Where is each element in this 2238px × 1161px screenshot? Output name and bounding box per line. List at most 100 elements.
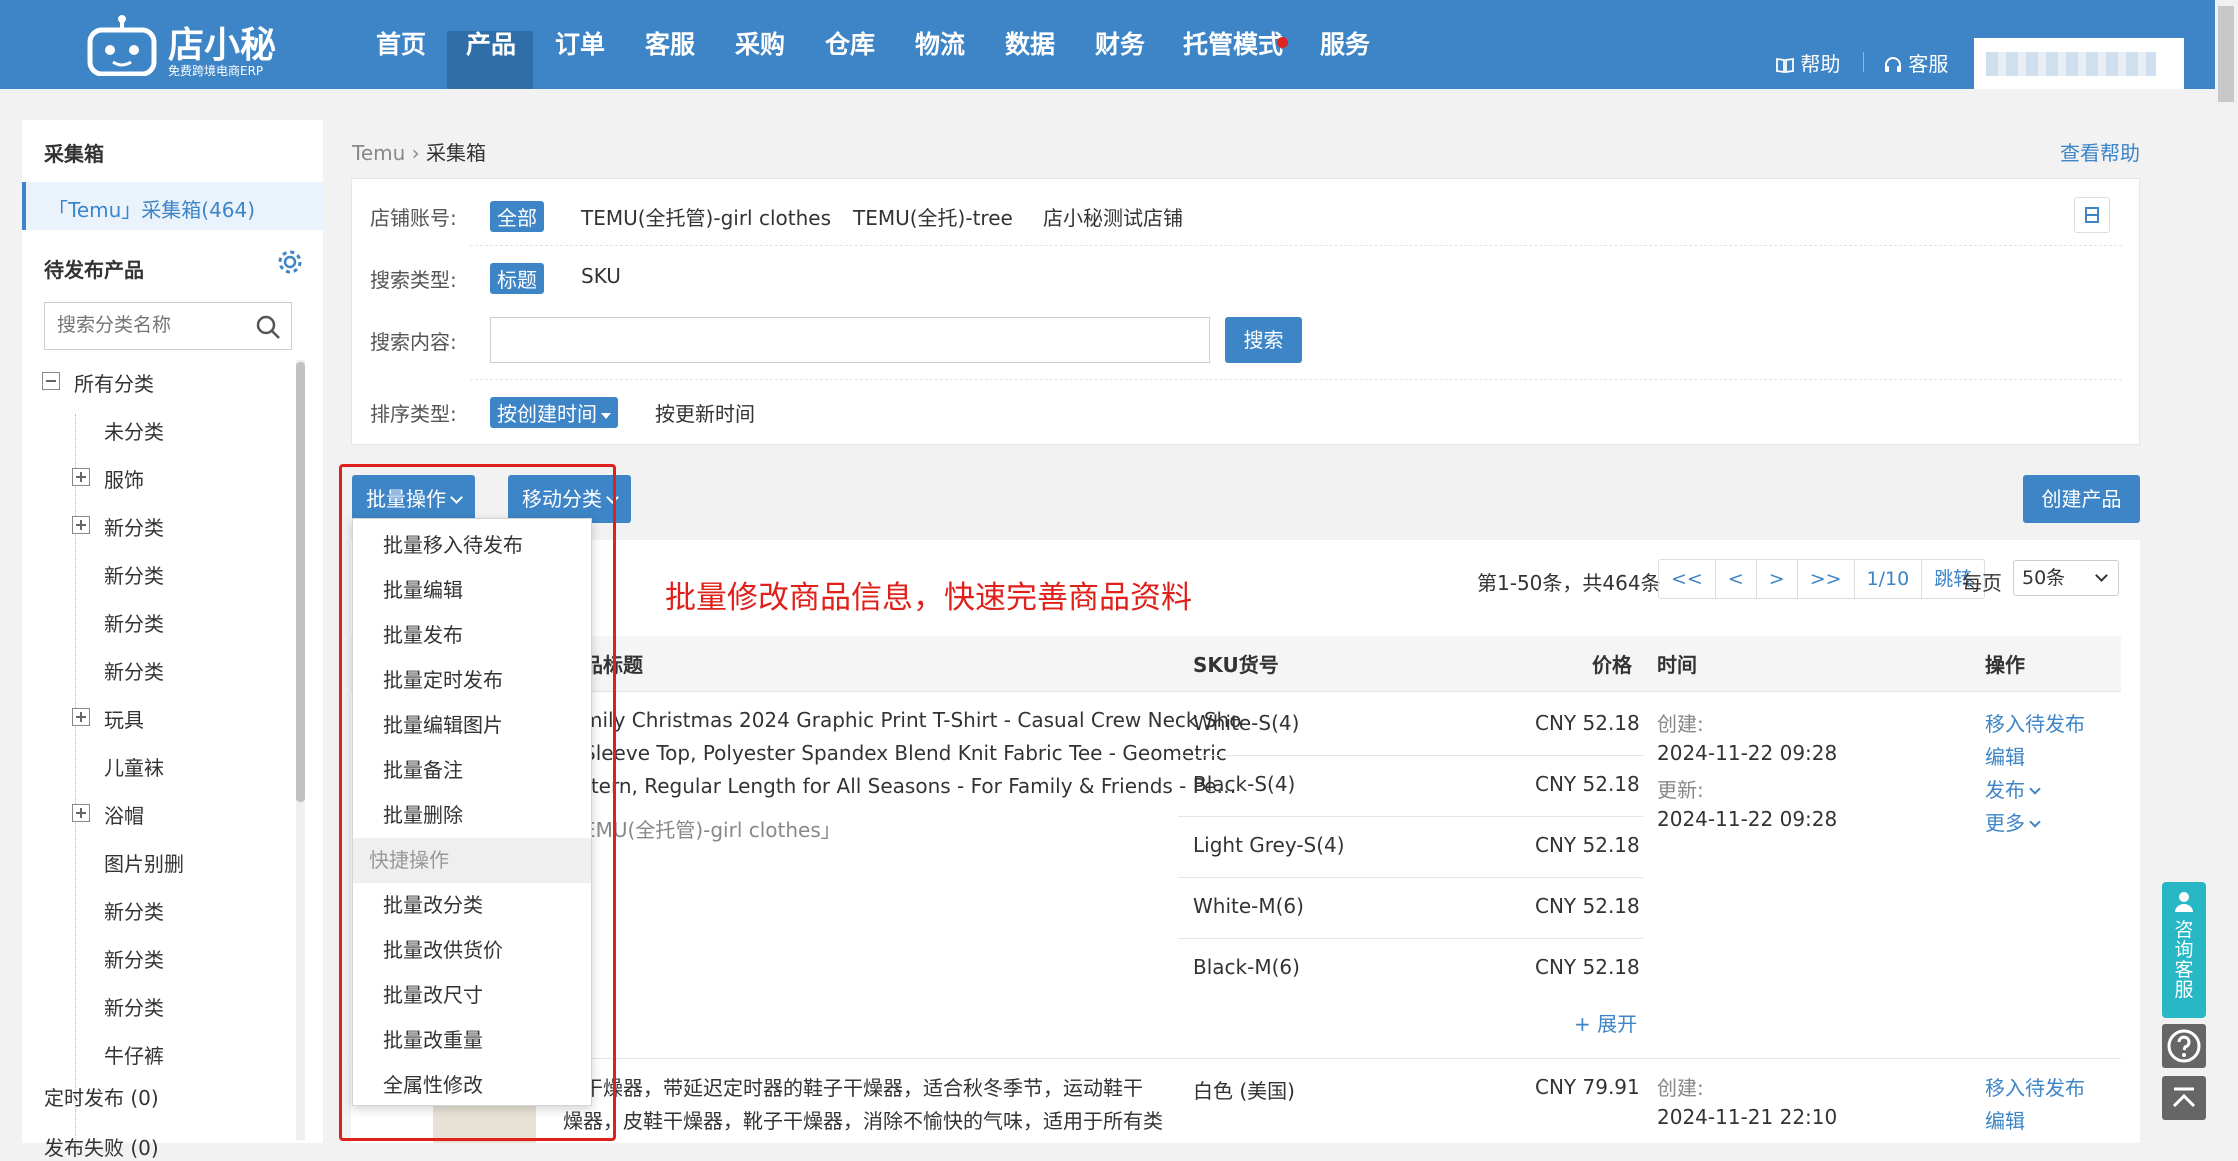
nav-purchase[interactable]: 采购	[735, 29, 785, 61]
product-title-line[interactable]: ttern, Regular Length for All Seasons - …	[583, 774, 1236, 798]
help-question-button[interactable]	[2162, 1024, 2206, 1068]
sku-divider	[1178, 816, 1643, 817]
store-filter-option[interactable]: 店小秘测试店铺	[1036, 201, 1190, 232]
top-separator	[1863, 52, 1864, 72]
category-search-box[interactable]	[44, 302, 292, 350]
page-indicator[interactable]: 1/10	[1855, 560, 1923, 598]
expand-icon[interactable]	[72, 468, 90, 486]
nav-orders[interactable]: 订单	[555, 29, 605, 61]
page-scrollbar[interactable]	[2215, 0, 2238, 1143]
store-filter-option[interactable]: TEMU(全托)-tree	[846, 201, 1020, 232]
category-search-input[interactable]	[45, 303, 235, 349]
user-account-menu[interactable]	[1974, 38, 2184, 89]
sort-by-updated[interactable]: 按更新时间	[648, 397, 762, 428]
tree-item[interactable]: 新分类	[104, 656, 164, 685]
filter-collapse-icon[interactable]	[2074, 197, 2110, 233]
search-type-sku[interactable]: SKU	[574, 263, 628, 289]
move-to-pending-link[interactable]: 移入待发布	[1985, 1072, 2085, 1101]
store-filter-option[interactable]: TEMU(全托管)-girl clothes	[574, 201, 838, 232]
tree-item[interactable]: 玩具	[104, 704, 144, 733]
per-page-select[interactable]: 50条	[2013, 560, 2119, 596]
sidebar-item-timed-publish[interactable]: 定时发布 (0)	[44, 1082, 159, 1111]
product-title-line[interactable]: 子干燥器，带延迟定时器的鞋子干燥器，适合秋冬季节，运动鞋干	[563, 1072, 1143, 1101]
move-to-pending-link[interactable]: 移入待发布	[1985, 708, 2085, 737]
tree-item[interactable]: 新分类	[104, 512, 164, 541]
created-label: 创建:	[1657, 1076, 1704, 1100]
sku-price: CNY 79.91	[1535, 1075, 1640, 1099]
sidebar-title: 采集箱	[44, 142, 104, 166]
store-filter-all[interactable]: 全部	[490, 201, 544, 232]
last-page-button[interactable]: >>	[1798, 560, 1855, 598]
nav-customer-service[interactable]: 客服	[645, 29, 695, 61]
consult-service-button[interactable]: 咨询客服	[2162, 882, 2206, 1018]
nav-hosting-mode[interactable]: 托管模式	[1183, 29, 1283, 61]
expand-icon[interactable]	[72, 516, 90, 534]
publish-dropdown[interactable]: 发布	[1985, 774, 2041, 803]
tree-item[interactable]: 新分类	[104, 608, 164, 637]
blurred-user-name	[1986, 52, 2156, 76]
sidebar-scrollbar-thumb[interactable]	[296, 362, 305, 802]
sku-divider	[1178, 938, 1643, 939]
nav-products[interactable]: 产品	[466, 29, 516, 61]
help-label: 帮助	[1800, 52, 1841, 76]
breadcrumb-root[interactable]: Temu	[352, 141, 405, 165]
tree-item[interactable]: 新分类	[104, 560, 164, 589]
prev-page-button[interactable]: <	[1716, 560, 1757, 598]
column-header-sku: SKU货号	[1193, 653, 1279, 677]
support-link[interactable]: 客服	[1884, 48, 1948, 77]
tree-item[interactable]: 新分类	[104, 992, 164, 1021]
nav-finance[interactable]: 财务	[1095, 29, 1145, 61]
back-to-top-button[interactable]	[2162, 1076, 2206, 1120]
tree-item[interactable]: 新分类	[104, 944, 164, 973]
sort-type-label: 排序类型:	[370, 402, 457, 426]
expand-icon[interactable]	[72, 804, 90, 822]
page-scrollbar-thumb[interactable]	[2218, 6, 2234, 102]
first-page-button[interactable]: <<	[1659, 560, 1716, 598]
question-icon	[2167, 1029, 2201, 1063]
tree-item[interactable]: 浴帽	[104, 800, 144, 829]
book-icon	[1776, 57, 1794, 74]
pager-info: 第1-50条，共464条	[1477, 571, 1661, 595]
gear-icon[interactable]	[276, 248, 304, 276]
edit-link[interactable]: 编辑	[1985, 1105, 2025, 1134]
breadcrumb-current: 采集箱	[426, 141, 486, 165]
search-content-input[interactable]	[490, 317, 1210, 363]
logo[interactable]: 店小秘 免费跨境电商ERP	[86, 10, 276, 80]
collapse-icon[interactable]	[42, 372, 60, 390]
product-title-line[interactable]: 燥器，皮鞋干燥器，靴子干燥器，消除不愉快的气味，适用于所有类	[563, 1105, 1163, 1134]
sidebar-item-publish-failed[interactable]: 发布失败 (0)	[44, 1132, 159, 1161]
product-title-line[interactable]: Sleeve Top, Polyester Spandex Blend Knit…	[583, 741, 1227, 765]
nav-warehouse[interactable]: 仓库	[825, 29, 875, 61]
nav-data[interactable]: 数据	[1005, 29, 1055, 61]
tree-item-all[interactable]: 所有分类	[74, 368, 154, 397]
expand-icon[interactable]	[72, 708, 90, 726]
expand-skus-link[interactable]: + 展开	[1574, 1008, 1637, 1037]
search-type-title[interactable]: 标题	[490, 263, 544, 294]
sidebar-item-temu-collection-label[interactable]: 「Temu」采集箱(464)	[48, 194, 255, 223]
tree-item[interactable]: 图片别删	[104, 848, 184, 877]
nav-services[interactable]: 服务	[1320, 29, 1370, 61]
view-help-link[interactable]: 查看帮助	[2060, 137, 2140, 166]
tree-item[interactable]: 牛仔裤	[104, 1040, 164, 1069]
person-icon	[2175, 892, 2193, 912]
nav-logistics[interactable]: 物流	[915, 29, 965, 61]
search-icon[interactable]	[255, 314, 281, 340]
breadcrumb-separator: ›	[411, 141, 426, 165]
sort-by-created[interactable]: 按创建时间	[490, 397, 618, 428]
product-title-line[interactable]: mily Christmas 2024 Graphic Print T-Shir…	[583, 708, 1241, 732]
tree-item[interactable]: 新分类	[104, 896, 164, 925]
more-dropdown[interactable]: 更多	[1985, 807, 2041, 836]
sidebar: 采集箱 「Temu」采集箱(464) 待发布产品 所有分类 未分类 服饰 新分类…	[22, 120, 323, 1143]
tree-item[interactable]: 服饰	[104, 464, 144, 493]
nav-home[interactable]: 首页	[376, 29, 426, 61]
tree-item[interactable]: 儿童袜	[104, 752, 164, 781]
search-button[interactable]: 搜索	[1225, 317, 1302, 363]
help-link[interactable]: 帮助	[1776, 48, 1840, 77]
create-product-button[interactable]: 创建产品	[2023, 475, 2140, 523]
tree-item[interactable]: 未分类	[104, 416, 164, 445]
sku-price: CNY 52.18	[1535, 772, 1640, 796]
edit-link[interactable]: 编辑	[1985, 741, 2025, 770]
next-page-button[interactable]: >	[1757, 560, 1798, 598]
column-header-time: 时间	[1657, 653, 1697, 677]
sku-divider	[1178, 755, 1643, 756]
